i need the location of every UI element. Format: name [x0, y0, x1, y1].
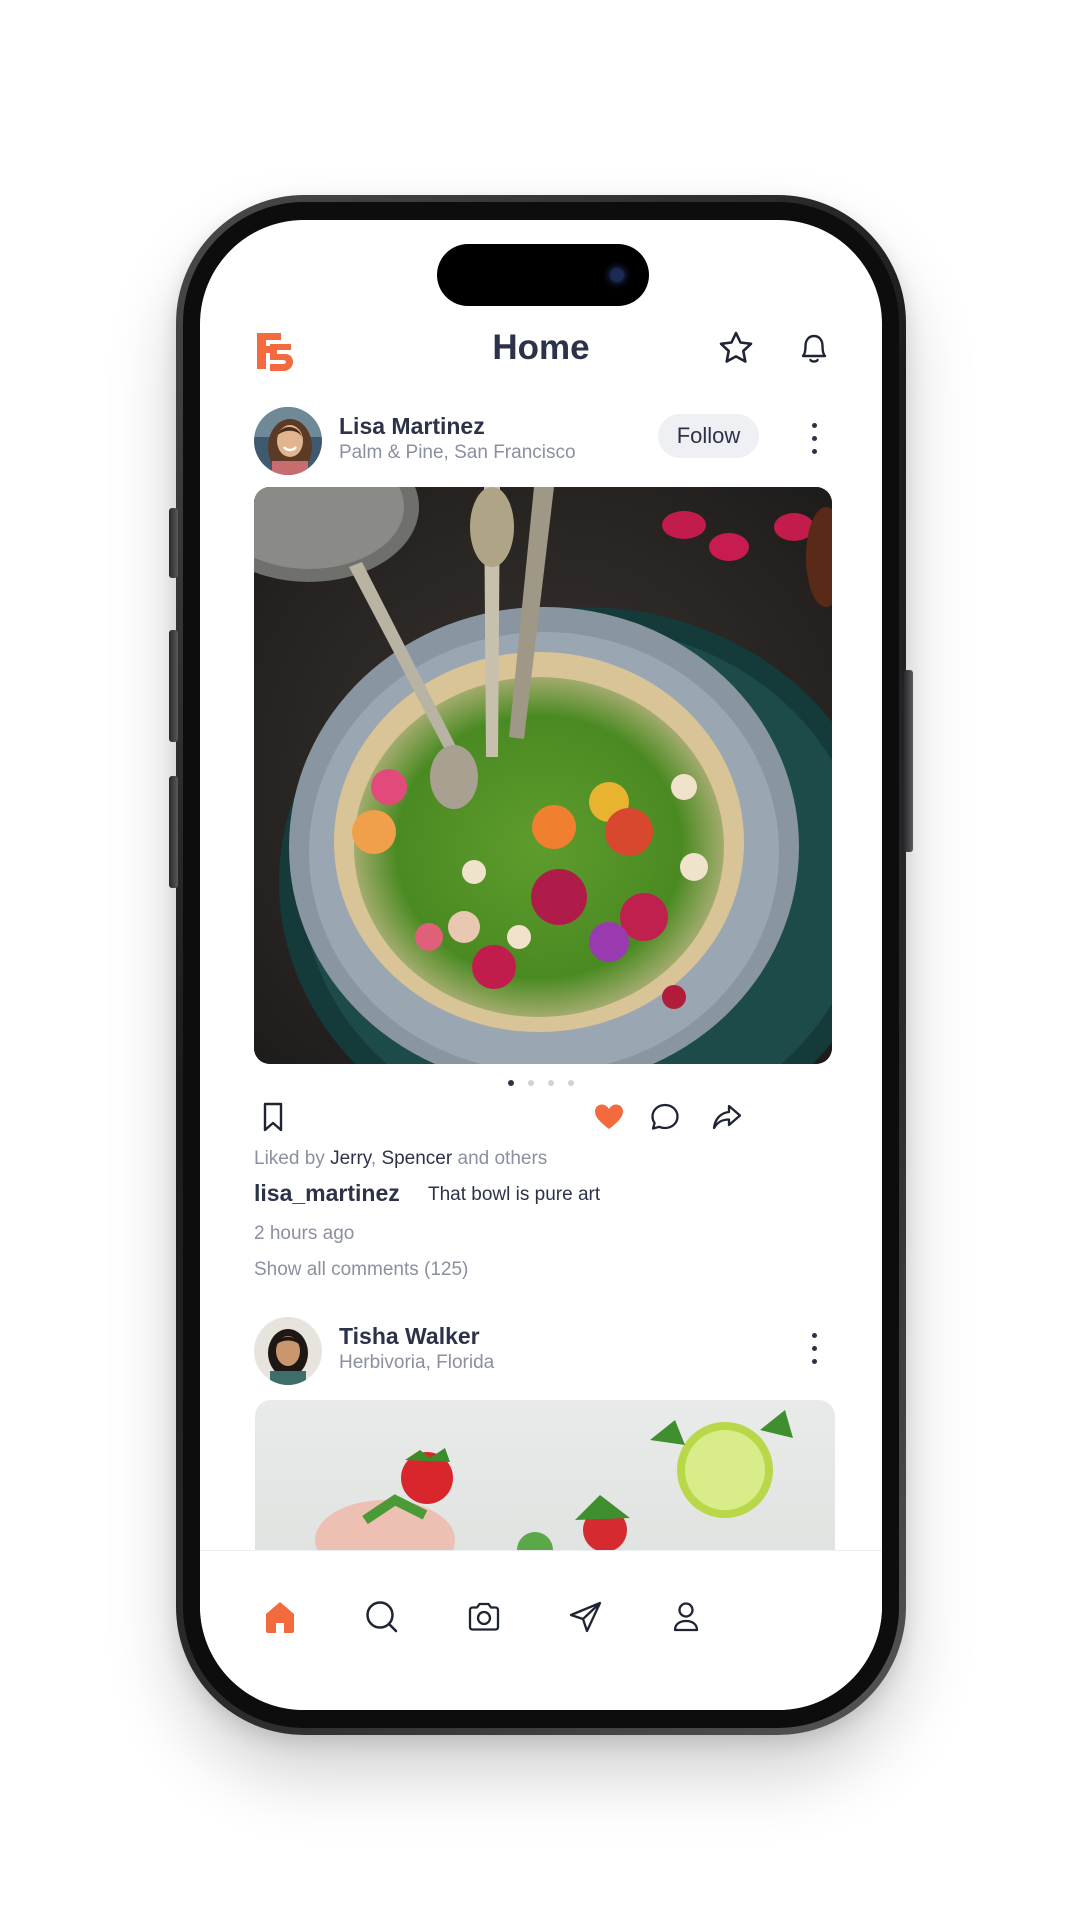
avatar[interactable]	[254, 1317, 322, 1385]
home-icon[interactable]	[260, 1597, 300, 1637]
liked-user-link[interactable]: Jerry	[330, 1148, 371, 1169]
dynamic-island	[437, 244, 649, 306]
heart-icon[interactable]	[592, 1100, 626, 1134]
side-button	[904, 670, 913, 852]
share-icon[interactable]	[710, 1100, 744, 1134]
star-icon[interactable]	[716, 328, 756, 368]
side-button	[169, 630, 178, 742]
follow-button[interactable]: Follow	[658, 414, 759, 458]
liked-user-link[interactable]: Spencer	[381, 1148, 452, 1169]
page-title: Home	[492, 328, 590, 367]
search-icon[interactable]	[362, 1597, 402, 1637]
carousel-dot[interactable]	[508, 1080, 514, 1086]
post-author-name[interactable]: Lisa Martinez	[339, 413, 485, 440]
carousel-dot[interactable]	[568, 1080, 574, 1086]
liked-prefix: Liked by	[254, 1148, 325, 1169]
avatar[interactable]	[254, 407, 322, 475]
post-image[interactable]	[255, 1400, 835, 1570]
more-options-icon[interactable]	[808, 423, 820, 459]
caption-username[interactable]: lisa_martinez	[254, 1180, 400, 1207]
post-author-name[interactable]: Tisha Walker	[339, 1323, 480, 1350]
carousel-dot[interactable]	[548, 1080, 554, 1086]
liked-suffix[interactable]: and others	[458, 1148, 548, 1169]
camera-icon[interactable]	[464, 1597, 504, 1637]
side-button	[169, 508, 178, 578]
profile-icon[interactable]	[666, 1597, 706, 1637]
send-icon[interactable]	[566, 1597, 606, 1637]
carousel-indicator[interactable]	[200, 1080, 882, 1086]
more-options-icon[interactable]	[808, 1333, 820, 1369]
camera-lens	[603, 261, 631, 289]
show-comments-link[interactable]: Show all comments (125)	[254, 1259, 468, 1281]
post-image[interactable]	[254, 487, 832, 1064]
liked-by-text: Liked by Jerry, Spencer and others	[254, 1148, 547, 1170]
side-button	[169, 776, 178, 888]
phone-screen: Home Lisa Martinez Palm & Pine, San Fran…	[200, 220, 882, 1710]
post-location[interactable]: Herbivoria, Florida	[339, 1352, 494, 1374]
bottom-tab-bar	[200, 1550, 882, 1710]
bookmark-icon[interactable]	[256, 1100, 290, 1134]
caption-text: That bowl is pure art	[428, 1184, 601, 1205]
post-location[interactable]: Palm & Pine, San Francisco	[339, 442, 576, 464]
bell-icon[interactable]	[794, 328, 834, 368]
comment-icon[interactable]	[648, 1100, 682, 1134]
carousel-dot[interactable]	[528, 1080, 534, 1086]
post-timestamp: 2 hours ago	[254, 1223, 355, 1244]
liked-separator: ,	[370, 1148, 377, 1169]
